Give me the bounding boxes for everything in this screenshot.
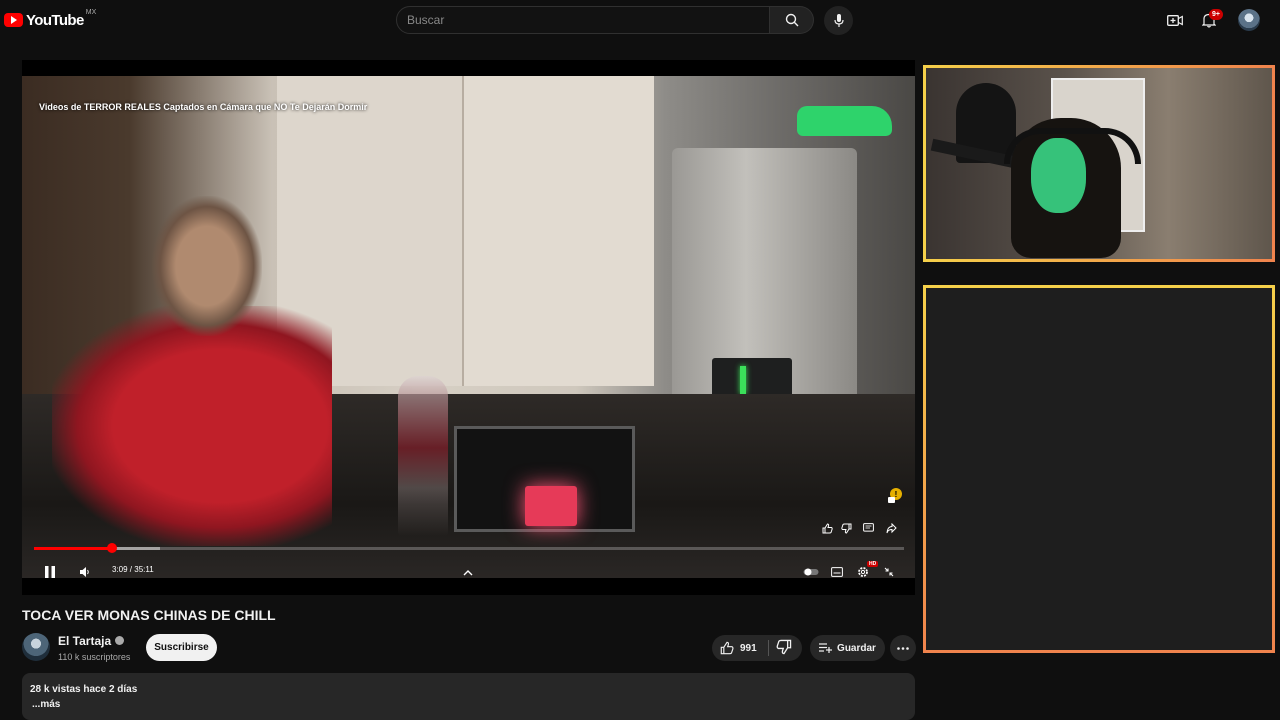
- player-overlay-title[interactable]: Videos de TERROR REALES Captados en Cáma…: [39, 102, 367, 112]
- player-comment-button[interactable]: [859, 519, 877, 537]
- hd-badge: HD: [867, 561, 879, 567]
- toggle-icon: [803, 568, 819, 576]
- scene-cabinet: [464, 76, 654, 386]
- time-display: 3:09 / 35:11: [112, 565, 154, 574]
- chevron-up-icon: [463, 569, 473, 575]
- mic-icon: [833, 13, 844, 27]
- channel-name[interactable]: El Tartaja: [58, 634, 111, 648]
- comment-icon: [862, 522, 874, 532]
- progress-bar[interactable]: [34, 543, 904, 553]
- channel-avatar[interactable]: [22, 633, 50, 661]
- autoplay-toggle[interactable]: [802, 564, 820, 578]
- pause-button[interactable]: [40, 562, 60, 578]
- progress-played: [34, 547, 113, 550]
- description-box[interactable]: 28 k vistas hace 2 días ...más: [22, 673, 915, 720]
- playlist-add-icon: [819, 643, 833, 653]
- verified-icon: [115, 636, 125, 646]
- exit-miniplayer-button[interactable]: [880, 564, 898, 578]
- player-like-button[interactable]: [818, 519, 836, 537]
- logo-country-code: MX: [85, 8, 97, 16]
- save-button[interactable]: Guardar: [810, 635, 885, 661]
- more-horiz-icon: [897, 646, 909, 650]
- youtube-play-icon: [4, 13, 23, 27]
- thumbs-down-icon: [840, 523, 851, 534]
- subscriber-count: 110 k suscriptores: [58, 652, 131, 662]
- view-count-date: 28 k vistas hace 2 días: [30, 684, 138, 695]
- lock-icon: [888, 497, 895, 503]
- more-actions-button[interactable]: [890, 635, 916, 661]
- description-more-link[interactable]: ...más: [32, 699, 60, 710]
- channel-name-row[interactable]: El Tartaja: [58, 634, 125, 648]
- create-icon: [1167, 14, 1183, 26]
- create-button[interactable]: [1165, 10, 1185, 30]
- subtitles-button[interactable]: [828, 564, 846, 578]
- divider: [768, 640, 769, 656]
- masthead: YouTube MX Buscar 9+: [0, 0, 1280, 40]
- subscribe-button[interactable]: Suscribirse: [146, 634, 217, 661]
- thumbs-down-icon: [776, 639, 792, 655]
- volume-icon: [80, 567, 89, 577]
- pause-icon: [45, 566, 55, 578]
- subtitles-icon: [831, 567, 843, 577]
- search-box[interactable]: Buscar: [396, 6, 770, 34]
- player-share-button[interactable]: [882, 519, 900, 537]
- collapse-icon: [884, 567, 894, 577]
- search-button[interactable]: [770, 6, 814, 34]
- video-player[interactable]: Videos de TERROR REALES Captados en Cáma…: [22, 60, 915, 595]
- youtube-logo[interactable]: YouTube MX: [4, 8, 97, 30]
- volume-button[interactable]: [76, 562, 94, 578]
- scene-candle: [525, 486, 577, 526]
- gear-icon: [858, 567, 868, 577]
- thumbs-up-icon: [720, 641, 734, 655]
- scene-person-head: [152, 196, 262, 336]
- search-input[interactable]: Buscar: [407, 13, 444, 27]
- like-count: 991: [740, 642, 757, 654]
- webcam-overlay: [923, 65, 1275, 262]
- dislike-button[interactable]: [776, 639, 792, 660]
- share-icon: [886, 522, 897, 533]
- account-avatar[interactable]: [1238, 9, 1260, 31]
- notifications-badge: 9+: [1209, 9, 1223, 20]
- like-button[interactable]: 991: [720, 635, 757, 661]
- scene-object: [797, 106, 892, 136]
- search-icon: [785, 13, 798, 27]
- scene-light: [740, 366, 746, 394]
- player-dislike-button[interactable]: [837, 519, 855, 537]
- empty-overlay-panel: [923, 285, 1275, 653]
- expand-chapters-button[interactable]: [460, 564, 476, 578]
- like-dislike-group: 991: [712, 635, 802, 661]
- video-frame[interactable]: Videos de TERROR REALES Captados en Cáma…: [22, 76, 915, 578]
- scene-person: [52, 306, 332, 546]
- logo-text: YouTube: [26, 11, 84, 29]
- voice-search-button[interactable]: [824, 6, 853, 35]
- thumbs-up-icon: [822, 522, 833, 533]
- video-title: TOCA VER MONAS CHINAS DE CHILL: [22, 607, 276, 623]
- save-label: Guardar: [837, 642, 876, 654]
- scene-wine-glass: [398, 376, 448, 536]
- headset: [1004, 128, 1141, 164]
